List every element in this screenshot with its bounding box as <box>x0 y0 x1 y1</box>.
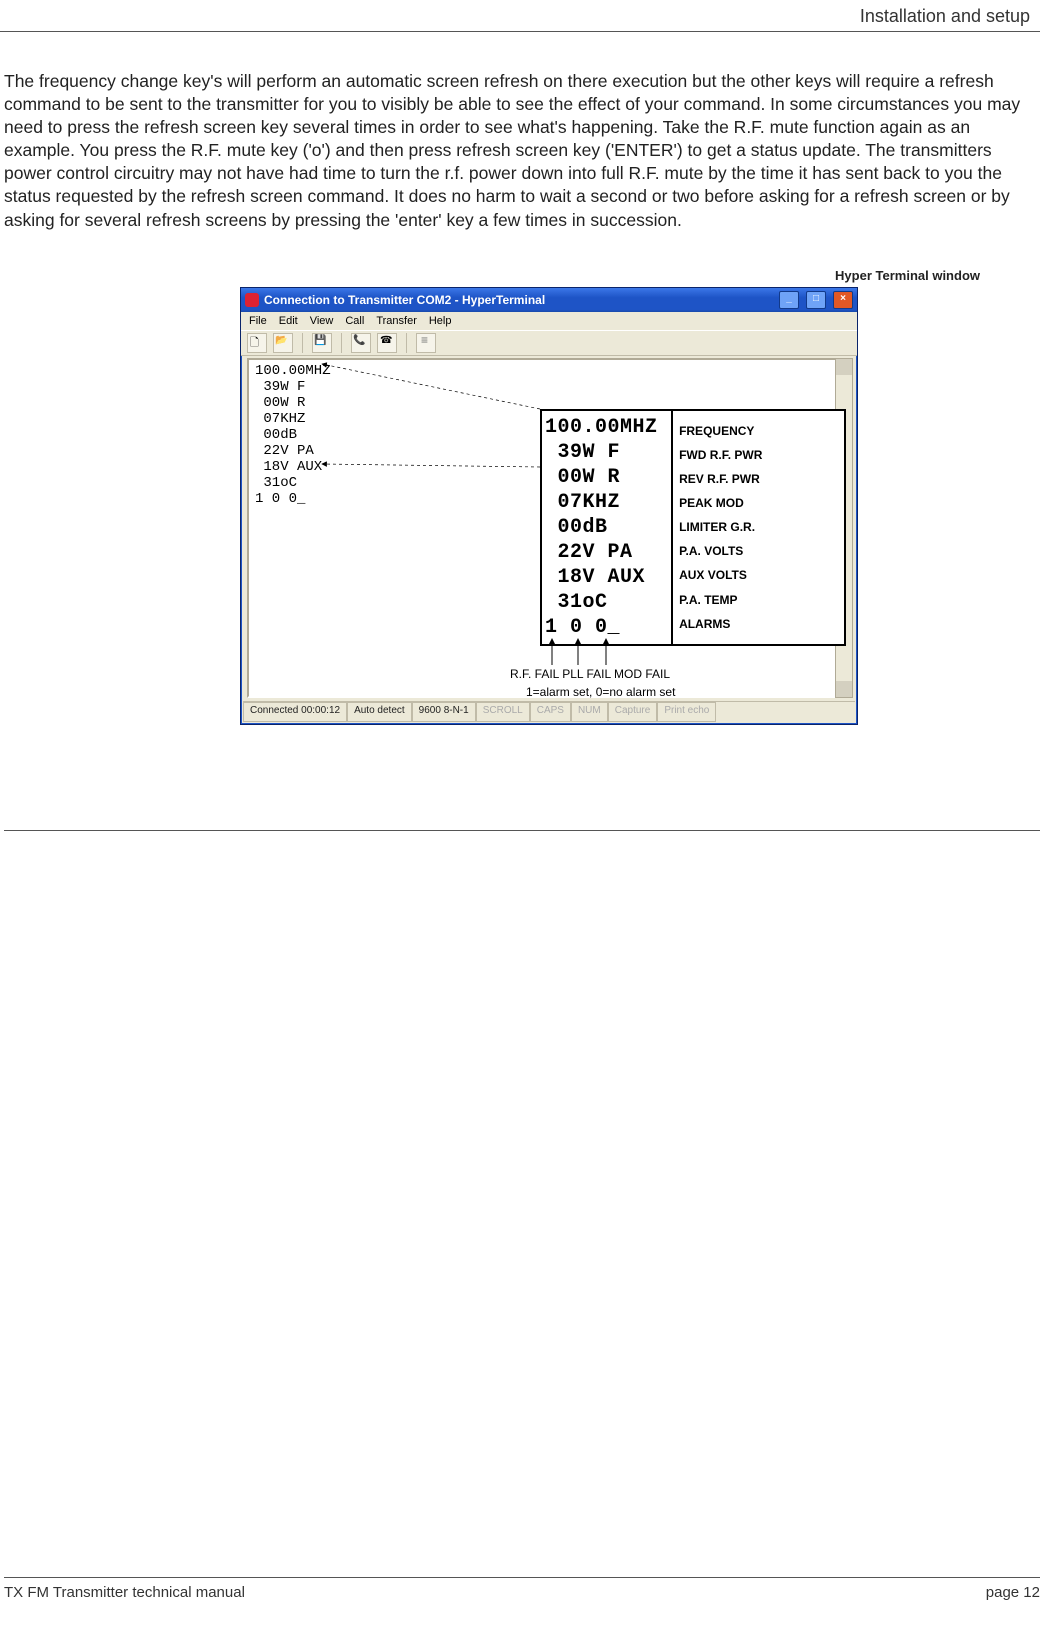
alarm-note: 1=alarm set, 0=no alarm set <box>526 685 675 699</box>
label-limiter: LIMITER G.R. <box>679 515 840 539</box>
menu-view[interactable]: View <box>310 315 334 327</box>
properties-icon[interactable] <box>416 333 436 353</box>
status-bar: Connected 00:00:12 Auto detect 9600 8-N-… <box>243 701 855 722</box>
footer-right: page 12 <box>986 1584 1040 1601</box>
status-connected: Connected 00:00:12 <box>243 702 347 722</box>
status-settings: 9600 8-N-1 <box>412 702 476 722</box>
label-fwd-pwr: FWD R.F. PWR <box>679 443 840 467</box>
status-capture: Capture <box>608 702 658 722</box>
menu-help[interactable]: Help <box>429 315 452 327</box>
save-icon[interactable] <box>312 333 332 353</box>
header-section: Installation and setup <box>0 0 1040 32</box>
call-icon[interactable] <box>351 333 371 353</box>
status-caps: CAPS <box>530 702 571 722</box>
label-alarms: ALARMS <box>679 612 840 636</box>
detail-readings: 100.00MHZ 39W F 00W R 07KHZ 00dB 22V PA … <box>542 411 671 644</box>
alarm-labels: R.F. FAIL PLL FAIL MOD FAIL <box>510 667 670 681</box>
detail-labels: FREQUENCY FWD R.F. PWR REV R.F. PWR PEAK… <box>671 411 844 644</box>
maximize-button[interactable]: □ <box>806 291 826 309</box>
status-scroll: SCROLL <box>476 702 530 722</box>
menu-transfer[interactable]: Transfer <box>376 315 417 327</box>
disconnect-icon[interactable] <box>377 333 397 353</box>
label-rev-pwr: REV R.F. PWR <box>679 467 840 491</box>
figure-area: Connection to Transmitter COM2 - HyperTe… <box>240 287 880 747</box>
label-frequency: FREQUENCY <box>679 419 840 443</box>
new-icon[interactable] <box>247 333 267 353</box>
open-icon[interactable] <box>273 333 293 353</box>
toolbar <box>241 330 857 356</box>
status-num: NUM <box>571 702 608 722</box>
menu-file[interactable]: File <box>249 315 267 327</box>
app-icon <box>245 293 259 307</box>
close-button[interactable]: × <box>833 291 853 309</box>
label-peak-mod: PEAK MOD <box>679 491 840 515</box>
minimize-button[interactable]: _ <box>779 291 799 309</box>
page-footer: TX FM Transmitter technical manual page … <box>4 1577 1040 1601</box>
window-title: Connection to Transmitter COM2 - HyperTe… <box>264 293 545 307</box>
status-print: Print echo <box>657 702 716 722</box>
body-paragraph: The frequency change key's will perform … <box>0 32 1040 232</box>
label-pa-volts: P.A. VOLTS <box>679 539 840 563</box>
window-titlebar: Connection to Transmitter COM2 - HyperTe… <box>241 288 857 312</box>
detail-callout: 100.00MHZ 39W F 00W R 07KHZ 00dB 22V PA … <box>540 409 846 646</box>
menu-edit[interactable]: Edit <box>279 315 298 327</box>
figure-caption: Hyper Terminal window <box>0 268 1040 283</box>
label-aux-volts: AUX VOLTS <box>679 563 840 587</box>
menu-call[interactable]: Call <box>345 315 364 327</box>
label-pa-temp: P.A. TEMP <box>679 588 840 612</box>
status-auto: Auto detect <box>347 702 412 722</box>
section-rule <box>4 830 1040 831</box>
section-title: Installation and setup <box>860 6 1030 26</box>
footer-left: TX FM Transmitter technical manual <box>4 1584 245 1601</box>
menu-bar: File Edit View Call Transfer Help <box>241 312 857 330</box>
